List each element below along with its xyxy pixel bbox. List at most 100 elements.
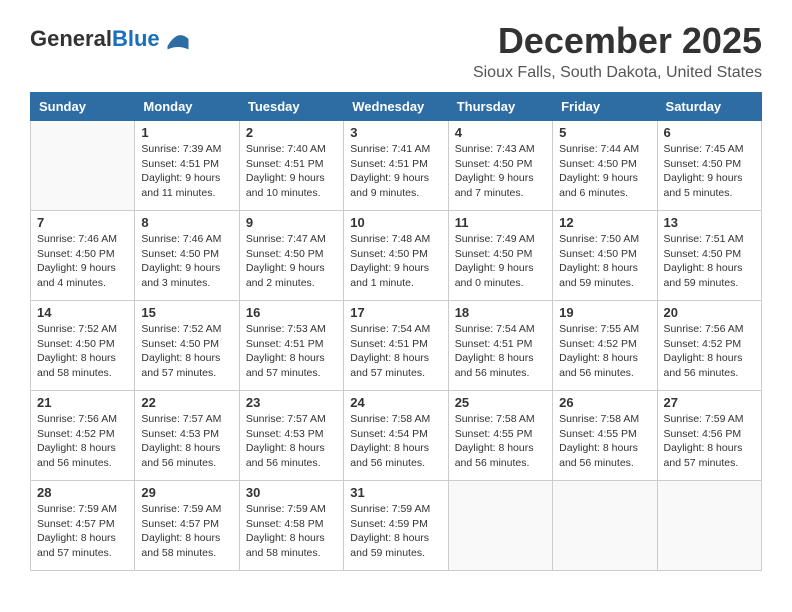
day-info: Sunrise: 7:50 AM Sunset: 4:50 PM Dayligh… (559, 232, 650, 291)
day-info: Sunrise: 7:54 AM Sunset: 4:51 PM Dayligh… (350, 322, 441, 381)
calendar-cell (553, 481, 657, 571)
day-number: 7 (37, 215, 128, 230)
calendar-cell: 1 Sunrise: 7:39 AM Sunset: 4:51 PM Daylig… (135, 121, 239, 211)
calendar-cell: 9Sunrise: 7:47 AM Sunset: 4:50 PM Daylig… (239, 211, 343, 301)
day-number: 14 (37, 305, 128, 320)
calendar-cell: 11 Sunrise: 7:49 AM Sunset: 4:50 PM Dayli… (448, 211, 552, 301)
calendar-cell: 17 Sunrise: 7:54 AM Sunset: 4:51 PM Dayli… (344, 301, 448, 391)
logo-icon (164, 25, 192, 53)
day-number: 23 (246, 395, 337, 410)
calendar-cell: 7 Sunrise: 7:46 AM Sunset: 4:50 PM Daylig… (31, 211, 135, 301)
calendar-cell: 3 Sunrise: 7:41 AM Sunset: 4:51 PM Daylig… (344, 121, 448, 211)
calendar-week-row: 28Sunrise: 7:59 AM Sunset: 4:57 PM Dayli… (31, 481, 762, 571)
calendar-table: SundayMondayTuesdayWednesdayThursdayFrid… (30, 92, 762, 571)
day-info: Sunrise: 7:54 AM Sunset: 4:51 PM Dayligh… (455, 322, 546, 381)
calendar-cell: 25 Sunrise: 7:58 AM Sunset: 4:55 PM Dayli… (448, 391, 552, 481)
calendar-header-row: SundayMondayTuesdayWednesdayThursdayFrid… (31, 93, 762, 121)
calendar-week-row: 1 Sunrise: 7:39 AM Sunset: 4:51 PM Daylig… (31, 121, 762, 211)
day-number: 24 (350, 395, 441, 410)
calendar-cell: 5 Sunrise: 7:44 AM Sunset: 4:50 PM Daylig… (553, 121, 657, 211)
calendar-cell: 4Sunrise: 7:43 AM Sunset: 4:50 PM Daylig… (448, 121, 552, 211)
calendar-cell (657, 481, 761, 571)
calendar-day-header: Wednesday (344, 93, 448, 121)
day-number: 21 (37, 395, 128, 410)
day-info: Sunrise: 7:55 AM Sunset: 4:52 PM Dayligh… (559, 322, 650, 381)
day-info: Sunrise: 7:58 AM Sunset: 4:55 PM Dayligh… (455, 412, 546, 471)
day-info: Sunrise: 7:44 AM Sunset: 4:50 PM Dayligh… (559, 142, 650, 201)
day-number: 20 (664, 305, 755, 320)
calendar-cell: 20 Sunrise: 7:56 AM Sunset: 4:52 PM Dayli… (657, 301, 761, 391)
day-number: 18 (455, 305, 546, 320)
day-number: 6 (664, 125, 755, 140)
calendar-cell: 22 Sunrise: 7:57 AM Sunset: 4:53 PM Dayli… (135, 391, 239, 481)
day-info: Sunrise: 7:57 AM Sunset: 4:53 PM Dayligh… (141, 412, 232, 471)
day-number: 19 (559, 305, 650, 320)
day-number: 30 (246, 485, 337, 500)
day-info: Sunrise: 7:59 AM Sunset: 4:59 PM Dayligh… (350, 502, 441, 561)
calendar-day-header: Sunday (31, 93, 135, 121)
day-number: 15 (141, 305, 232, 320)
calendar-cell: 27 Sunrise: 7:59 AM Sunset: 4:56 PM Dayli… (657, 391, 761, 481)
logo: GeneralBlue (30, 25, 192, 53)
day-number: 31 (350, 485, 441, 500)
day-info: Sunrise: 7:46 AM Sunset: 4:50 PM Dayligh… (141, 232, 232, 291)
calendar-cell: 19 Sunrise: 7:55 AM Sunset: 4:52 PM Dayli… (553, 301, 657, 391)
calendar-cell: 18 Sunrise: 7:54 AM Sunset: 4:51 PM Dayli… (448, 301, 552, 391)
day-number: 10 (350, 215, 441, 230)
calendar-week-row: 14 Sunrise: 7:52 AM Sunset: 4:50 PM Dayli… (31, 301, 762, 391)
day-number: 17 (350, 305, 441, 320)
title-section: December 2025 Sioux Falls, South Dakota,… (473, 20, 762, 82)
day-info: Sunrise: 7:59 AM Sunset: 4:57 PM Dayligh… (141, 502, 232, 561)
day-info: Sunrise: 7:59 AM Sunset: 4:56 PM Dayligh… (664, 412, 755, 471)
day-number: 11 (455, 215, 546, 230)
day-info: Sunrise: 7:40 AM Sunset: 4:51 PM Dayligh… (246, 142, 337, 201)
day-info: Sunrise: 7:46 AM Sunset: 4:50 PM Dayligh… (37, 232, 128, 291)
day-number: 27 (664, 395, 755, 410)
day-number: 5 (559, 125, 650, 140)
calendar-day-header: Friday (553, 93, 657, 121)
calendar-cell: 6Sunrise: 7:45 AM Sunset: 4:50 PM Daylig… (657, 121, 761, 211)
day-info: Sunrise: 7:56 AM Sunset: 4:52 PM Dayligh… (37, 412, 128, 471)
calendar-cell: 30Sunrise: 7:59 AM Sunset: 4:58 PM Dayli… (239, 481, 343, 571)
calendar-cell: 12 Sunrise: 7:50 AM Sunset: 4:50 PM Dayli… (553, 211, 657, 301)
day-number: 12 (559, 215, 650, 230)
calendar-cell: 16Sunrise: 7:53 AM Sunset: 4:51 PM Dayli… (239, 301, 343, 391)
day-info: Sunrise: 7:51 AM Sunset: 4:50 PM Dayligh… (664, 232, 755, 291)
day-info: Sunrise: 7:58 AM Sunset: 4:55 PM Dayligh… (559, 412, 650, 471)
calendar-day-header: Thursday (448, 93, 552, 121)
day-info: Sunrise: 7:47 AM Sunset: 4:50 PM Dayligh… (246, 232, 337, 291)
day-number: 4 (455, 125, 546, 140)
calendar-cell (31, 121, 135, 211)
day-info: Sunrise: 7:56 AM Sunset: 4:52 PM Dayligh… (664, 322, 755, 381)
day-number: 8 (141, 215, 232, 230)
calendar-cell: 14Sunrise: 7:52 AM Sunset: 4:50 PM Dayli… (31, 301, 135, 391)
day-number: 3 (350, 125, 441, 140)
header: GeneralBlue December 2025 Sioux Falls, S… (30, 20, 762, 82)
day-info: Sunrise: 7:39 AM Sunset: 4:51 PM Dayligh… (141, 142, 232, 201)
logo-text: GeneralBlue (30, 27, 160, 51)
day-info: Sunrise: 7:52 AM Sunset: 4:50 PM Dayligh… (141, 322, 232, 381)
day-number: 22 (141, 395, 232, 410)
calendar-cell: 28Sunrise: 7:59 AM Sunset: 4:57 PM Dayli… (31, 481, 135, 571)
day-info: Sunrise: 7:49 AM Sunset: 4:50 PM Dayligh… (455, 232, 546, 291)
calendar-day-header: Saturday (657, 93, 761, 121)
day-info: Sunrise: 7:41 AM Sunset: 4:51 PM Dayligh… (350, 142, 441, 201)
day-info: Sunrise: 7:59 AM Sunset: 4:57 PM Dayligh… (37, 502, 128, 561)
day-number: 25 (455, 395, 546, 410)
calendar-cell: 21 Sunrise: 7:56 AM Sunset: 4:52 PM Dayli… (31, 391, 135, 481)
subtitle: Sioux Falls, South Dakota, United States (473, 64, 762, 82)
day-number: 2 (246, 125, 337, 140)
main-title: December 2025 (473, 20, 762, 62)
calendar-cell: 31 Sunrise: 7:59 AM Sunset: 4:59 PM Dayli… (344, 481, 448, 571)
day-info: Sunrise: 7:58 AM Sunset: 4:54 PM Dayligh… (350, 412, 441, 471)
calendar-cell: 2 Sunrise: 7:40 AM Sunset: 4:51 PM Daylig… (239, 121, 343, 211)
calendar-day-header: Monday (135, 93, 239, 121)
calendar-cell: 10Sunrise: 7:48 AM Sunset: 4:50 PM Dayli… (344, 211, 448, 301)
day-number: 13 (664, 215, 755, 230)
calendar-cell (448, 481, 552, 571)
day-number: 1 (141, 125, 232, 140)
calendar-day-header: Tuesday (239, 93, 343, 121)
calendar-cell: 24 Sunrise: 7:58 AM Sunset: 4:54 PM Dayli… (344, 391, 448, 481)
calendar-week-row: 21 Sunrise: 7:56 AM Sunset: 4:52 PM Dayli… (31, 391, 762, 481)
day-number: 29 (141, 485, 232, 500)
